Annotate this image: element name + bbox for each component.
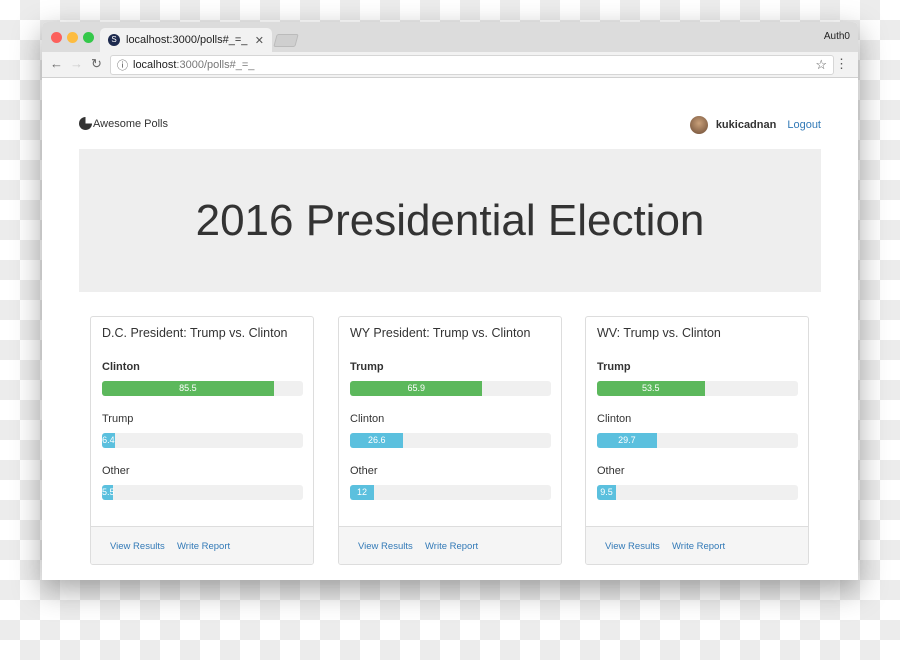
card-footer: View Results Write Report	[586, 526, 808, 564]
maximize-window-button[interactable]	[83, 32, 94, 43]
progress-fill: 85.5	[102, 381, 274, 396]
poll-title: WV: Trump vs. Clinton	[597, 326, 721, 340]
progress-bar: 53.5	[597, 381, 798, 396]
card-footer: View Results Write Report	[91, 526, 313, 564]
option-label: Clinton	[350, 413, 385, 425]
progress-bar: 65.9	[350, 381, 551, 396]
progress-bar: 26.6	[350, 433, 551, 448]
card-footer: View Results Write Report	[339, 526, 561, 564]
write-report-link[interactable]: Write Report	[425, 541, 478, 552]
brand-name: Awesome Polls	[93, 117, 168, 130]
minimize-window-button[interactable]	[67, 32, 78, 43]
progress-bar: 12	[350, 485, 551, 500]
info-icon: ⓘ	[117, 60, 128, 72]
tab-title: localhost:3000/polls#_=_	[126, 34, 248, 46]
progress-fill: 65.9	[350, 381, 483, 396]
bookmark-star-icon[interactable]: ☆	[815, 57, 827, 73]
reload-icon[interactable]: ↻	[91, 56, 102, 72]
view-results-link[interactable]: View Results	[605, 541, 660, 552]
avatar	[689, 116, 708, 134]
url-host: localhost	[133, 59, 177, 71]
option-label: Trump	[350, 361, 384, 373]
view-results-link[interactable]: View Results	[358, 541, 413, 552]
option-label: Trump	[102, 413, 134, 425]
option-label: Clinton	[102, 361, 140, 373]
username: kukicadnan	[715, 119, 777, 131]
back-icon[interactable]: ←	[50, 56, 63, 71]
close-window-button[interactable]	[51, 32, 62, 43]
poll-card: WY President: Trump vs. Clinton Trump 65.…	[338, 316, 562, 565]
option-label: Other	[597, 465, 625, 477]
option-label: Clinton	[597, 413, 632, 425]
poll-card: D.C. President: Trump vs. Clinton Clinton…	[90, 316, 314, 565]
progress-fill: 29.7	[597, 433, 657, 448]
user-menu: kukicadnan Logout	[689, 116, 821, 134]
poll-card: WV: Trump vs. Clinton Trump 53.5 Clinton 2…	[585, 316, 809, 565]
brand-link[interactable]: Awesome Polls	[79, 117, 168, 130]
progress-bar: 9.5	[597, 485, 798, 500]
option-label: Other	[350, 465, 378, 477]
progress-fill: 26.6	[350, 433, 404, 448]
progress-fill: 12	[350, 485, 375, 500]
option-label: Trump	[597, 361, 631, 373]
progress-bar: 29.7	[597, 433, 798, 448]
url-path: :3000/polls#_=_	[176, 59, 255, 71]
browser-menu-icon[interactable]: ⋮	[835, 56, 848, 72]
option-label: Other	[102, 465, 130, 477]
profile-name[interactable]: Auth0	[824, 31, 850, 42]
browser-window: S localhost:3000/polls#_=_ ✕ Auth0 ← → ↻…	[42, 22, 858, 580]
progress-fill: 6.4	[102, 433, 115, 448]
browser-tab[interactable]: S localhost:3000/polls#_=_ ✕	[100, 28, 272, 52]
tab-bar: S localhost:3000/polls#_=_ ✕ Auth0	[42, 22, 858, 52]
view-results-link[interactable]: View Results	[110, 541, 165, 552]
progress-fill: 53.5	[597, 381, 705, 396]
favicon-icon: S	[108, 34, 120, 46]
progress-fill: 5.5	[102, 485, 115, 500]
browser-toolbar: ← → ↻ ⓘ localhost:3000/polls#_=_ ☆ ⋮	[42, 52, 858, 78]
progress-bar: 5.5	[102, 485, 303, 500]
close-tab-icon[interactable]: ✕	[255, 34, 264, 47]
progress-bar: 85.5	[102, 381, 303, 396]
page-title: 2016 Presidential Election	[195, 195, 705, 245]
logout-link[interactable]: Logout	[787, 119, 821, 131]
poll-title: D.C. President: Trump vs. Clinton	[102, 326, 288, 340]
pie-chart-icon	[79, 117, 92, 130]
write-report-link[interactable]: Write Report	[177, 541, 230, 552]
forward-icon[interactable]: →	[70, 56, 83, 71]
write-report-link[interactable]: Write Report	[672, 541, 725, 552]
new-tab-button[interactable]	[273, 34, 299, 47]
progress-fill: 9.5	[597, 485, 617, 500]
progress-bar: 6.4	[102, 433, 303, 448]
poll-title: WY President: Trump vs. Clinton	[350, 326, 531, 340]
address-bar[interactable]: ⓘ localhost:3000/polls#_=_ ☆	[110, 55, 834, 75]
jumbotron: 2016 Presidential Election	[79, 149, 821, 292]
